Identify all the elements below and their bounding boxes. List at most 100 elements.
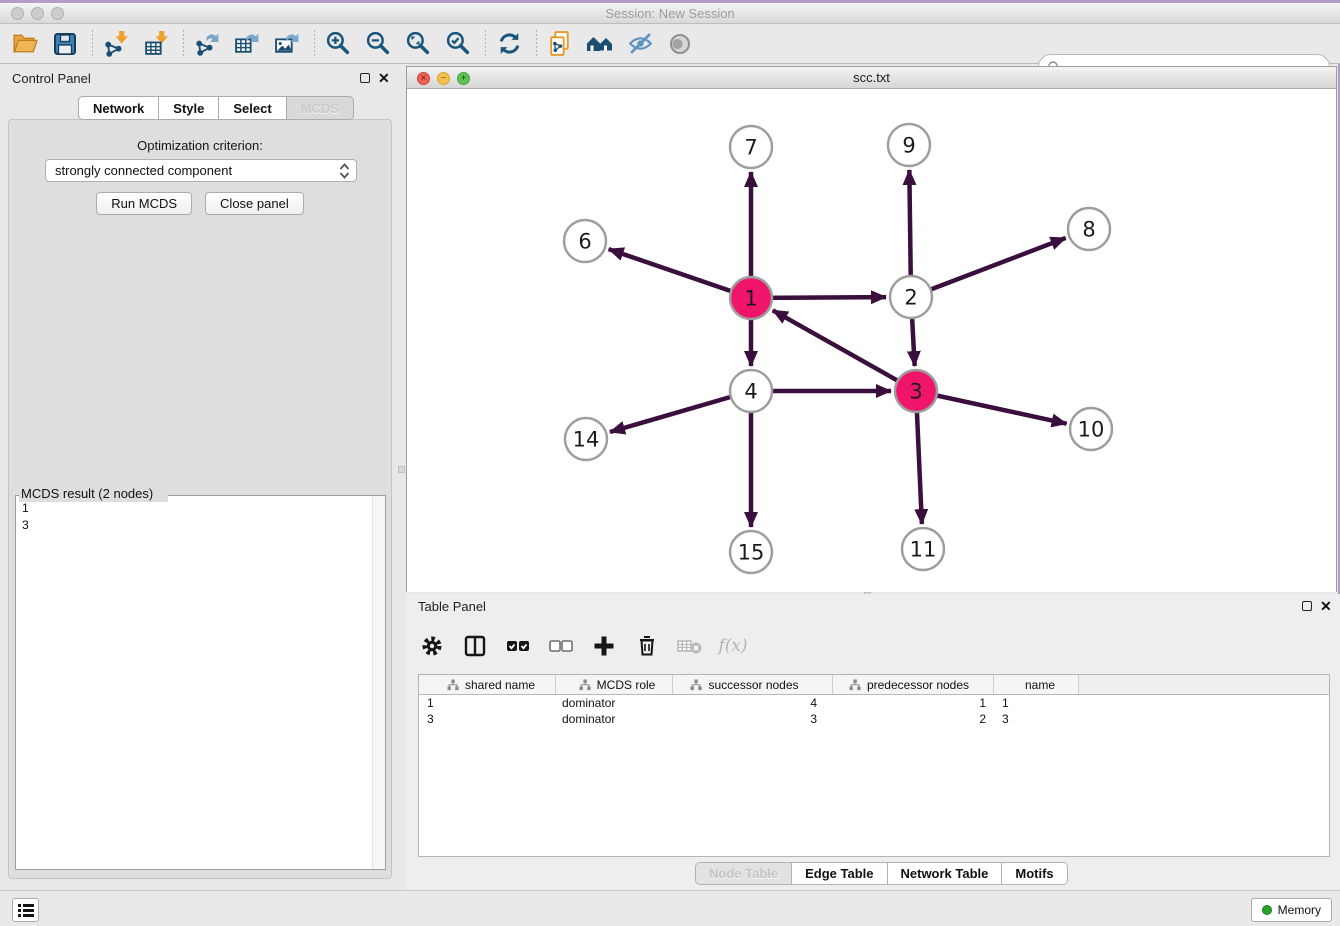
table-settings-icon[interactable] (418, 632, 446, 660)
float-table-panel-icon[interactable] (1302, 601, 1312, 611)
delete-table-icon[interactable] (676, 632, 704, 660)
add-column-icon[interactable] (590, 632, 618, 660)
import-table-icon[interactable] (141, 29, 171, 59)
column-header-MCDS-role[interactable]: MCDS role (556, 675, 673, 694)
save-session-icon[interactable] (50, 29, 80, 59)
close-table-panel-icon[interactable]: ✕ (1320, 598, 1332, 615)
edge-2-to-8[interactable] (911, 238, 1066, 297)
node-label-7: 7 (744, 136, 757, 160)
table-toolbar: f(x) (418, 626, 747, 666)
run-mcds-button[interactable]: Run MCDS (96, 192, 192, 215)
toolbar-separator (536, 30, 537, 58)
optimization-criterion-select[interactable]: strongly connected component (45, 159, 357, 182)
network-view-window: × − + scc.txt 7968124314101511 (406, 66, 1337, 592)
tab-edge-table[interactable]: Edge Table (792, 862, 887, 885)
table-cell[interactable]: 1 (419, 695, 556, 711)
tab-mcds[interactable]: MCDS (287, 96, 354, 120)
tab-motifs[interactable]: Motifs (1002, 862, 1067, 885)
memory-status-dot (1262, 905, 1272, 915)
toolbar-separator (485, 30, 486, 58)
node-label-9: 9 (902, 134, 915, 158)
edge-3-to-1[interactable] (773, 310, 916, 391)
tab-node-table[interactable]: Node Table (695, 862, 792, 885)
open-session-icon[interactable] (10, 29, 40, 59)
node-label-6: 6 (578, 230, 591, 254)
network-window-title: scc.txt (407, 70, 1336, 85)
table-cell[interactable]: 3 (994, 711, 1079, 727)
clone-network-icon[interactable] (545, 29, 575, 59)
chevron-updown-icon (339, 163, 350, 179)
tab-network-table[interactable]: Network Table (888, 862, 1003, 885)
hide-panels-icon[interactable] (625, 29, 655, 59)
zoom-out-icon[interactable] (363, 29, 393, 59)
tab-select[interactable]: Select (219, 96, 286, 120)
mcds-result-box: MCDS result (2 nodes) 13 (15, 488, 386, 870)
column-header-name[interactable]: name (994, 675, 1079, 694)
node-label-3: 3 (909, 380, 922, 404)
table-cell[interactable]: 2 (833, 711, 994, 727)
column-header-predecessor-nodes[interactable]: predecessor nodes (833, 675, 994, 694)
float-panel-icon[interactable] (360, 73, 370, 83)
node-label-2: 2 (904, 286, 917, 310)
table-cell[interactable]: 3 (419, 711, 556, 727)
node-label-14: 14 (573, 428, 600, 452)
network-canvas[interactable]: 7968124314101511 (407, 89, 1336, 592)
memory-button[interactable]: Memory (1251, 898, 1332, 922)
column-header-shared-name[interactable]: shared name (419, 675, 556, 694)
function-builder-icon[interactable]: f(x) (719, 632, 747, 660)
task-history-button[interactable] (12, 898, 39, 922)
result-line: 1 (22, 500, 366, 517)
table-cell[interactable]: 1 (833, 695, 994, 711)
mcds-result-title: MCDS result (2 nodes) (21, 486, 157, 501)
select-all-columns-icon[interactable] (504, 632, 532, 660)
table-row[interactable]: 1dominator411 (419, 695, 1329, 711)
column-header-successor-nodes[interactable]: successor nodes (673, 675, 833, 694)
refresh-icon[interactable] (494, 29, 524, 59)
delete-column-icon[interactable] (633, 632, 661, 660)
deselect-all-columns-icon[interactable] (547, 632, 575, 660)
table-cell[interactable]: 4 (673, 695, 833, 711)
node-label-8: 8 (1082, 218, 1095, 242)
node-table: shared nameMCDS rolesuccessor nodesprede… (418, 674, 1330, 857)
optimization-criterion-label: Optimization criterion: (9, 138, 391, 153)
status-bar: Memory (0, 890, 1340, 926)
tab-style[interactable]: Style (159, 96, 219, 120)
table-cell[interactable]: dominator (556, 695, 673, 711)
tab-network[interactable]: Network (78, 96, 159, 120)
table-tabs: Node TableEdge TableNetwork TableMotifs (695, 862, 1068, 885)
sphere-icon[interactable] (665, 29, 695, 59)
control-panel-tabs: NetworkStyleSelectMCDS (78, 96, 354, 120)
table-cell[interactable]: dominator (556, 711, 673, 727)
zoom-in-icon[interactable] (323, 29, 353, 59)
split-view-icon[interactable] (461, 632, 489, 660)
home-icon[interactable] (585, 29, 615, 59)
list-icon (18, 903, 34, 917)
application-window: Session: New Session (0, 0, 1340, 926)
edge-1-to-6[interactable] (609, 249, 751, 298)
main-toolbar (0, 24, 1340, 64)
control-panel: Control Panel ✕ NetworkStyleSelectMCDS O… (0, 66, 400, 888)
node-label-11: 11 (910, 538, 937, 562)
table-cell[interactable]: 1 (994, 695, 1079, 711)
node-label-1: 1 (744, 287, 757, 311)
control-panel-title: Control Panel (12, 71, 91, 86)
close-panel-icon[interactable]: ✕ (378, 70, 390, 87)
optimization-criterion-value: strongly connected component (55, 163, 339, 178)
mcds-result-text[interactable]: 13 (22, 500, 366, 866)
close-panel-button[interactable]: Close panel (205, 192, 304, 215)
network-window-titlebar[interactable]: × − + scc.txt (407, 67, 1336, 89)
result-scrollbar[interactable] (372, 496, 385, 869)
node-label-15: 15 (738, 541, 765, 565)
export-table-icon[interactable] (232, 29, 262, 59)
export-network-icon[interactable] (192, 29, 222, 59)
zoom-fit-icon[interactable] (403, 29, 433, 59)
table-body: 1dominator4113dominator323 (419, 695, 1329, 727)
vertical-splitter-handle[interactable] (398, 466, 405, 473)
window-title: Session: New Session (0, 6, 1340, 21)
zoom-selected-icon[interactable] (443, 29, 473, 59)
import-network-icon[interactable] (101, 29, 131, 59)
export-image-icon[interactable] (272, 29, 302, 59)
table-row[interactable]: 3dominator323 (419, 711, 1329, 727)
edge-3-to-10[interactable] (916, 391, 1067, 424)
table-cell[interactable]: 3 (673, 711, 833, 727)
